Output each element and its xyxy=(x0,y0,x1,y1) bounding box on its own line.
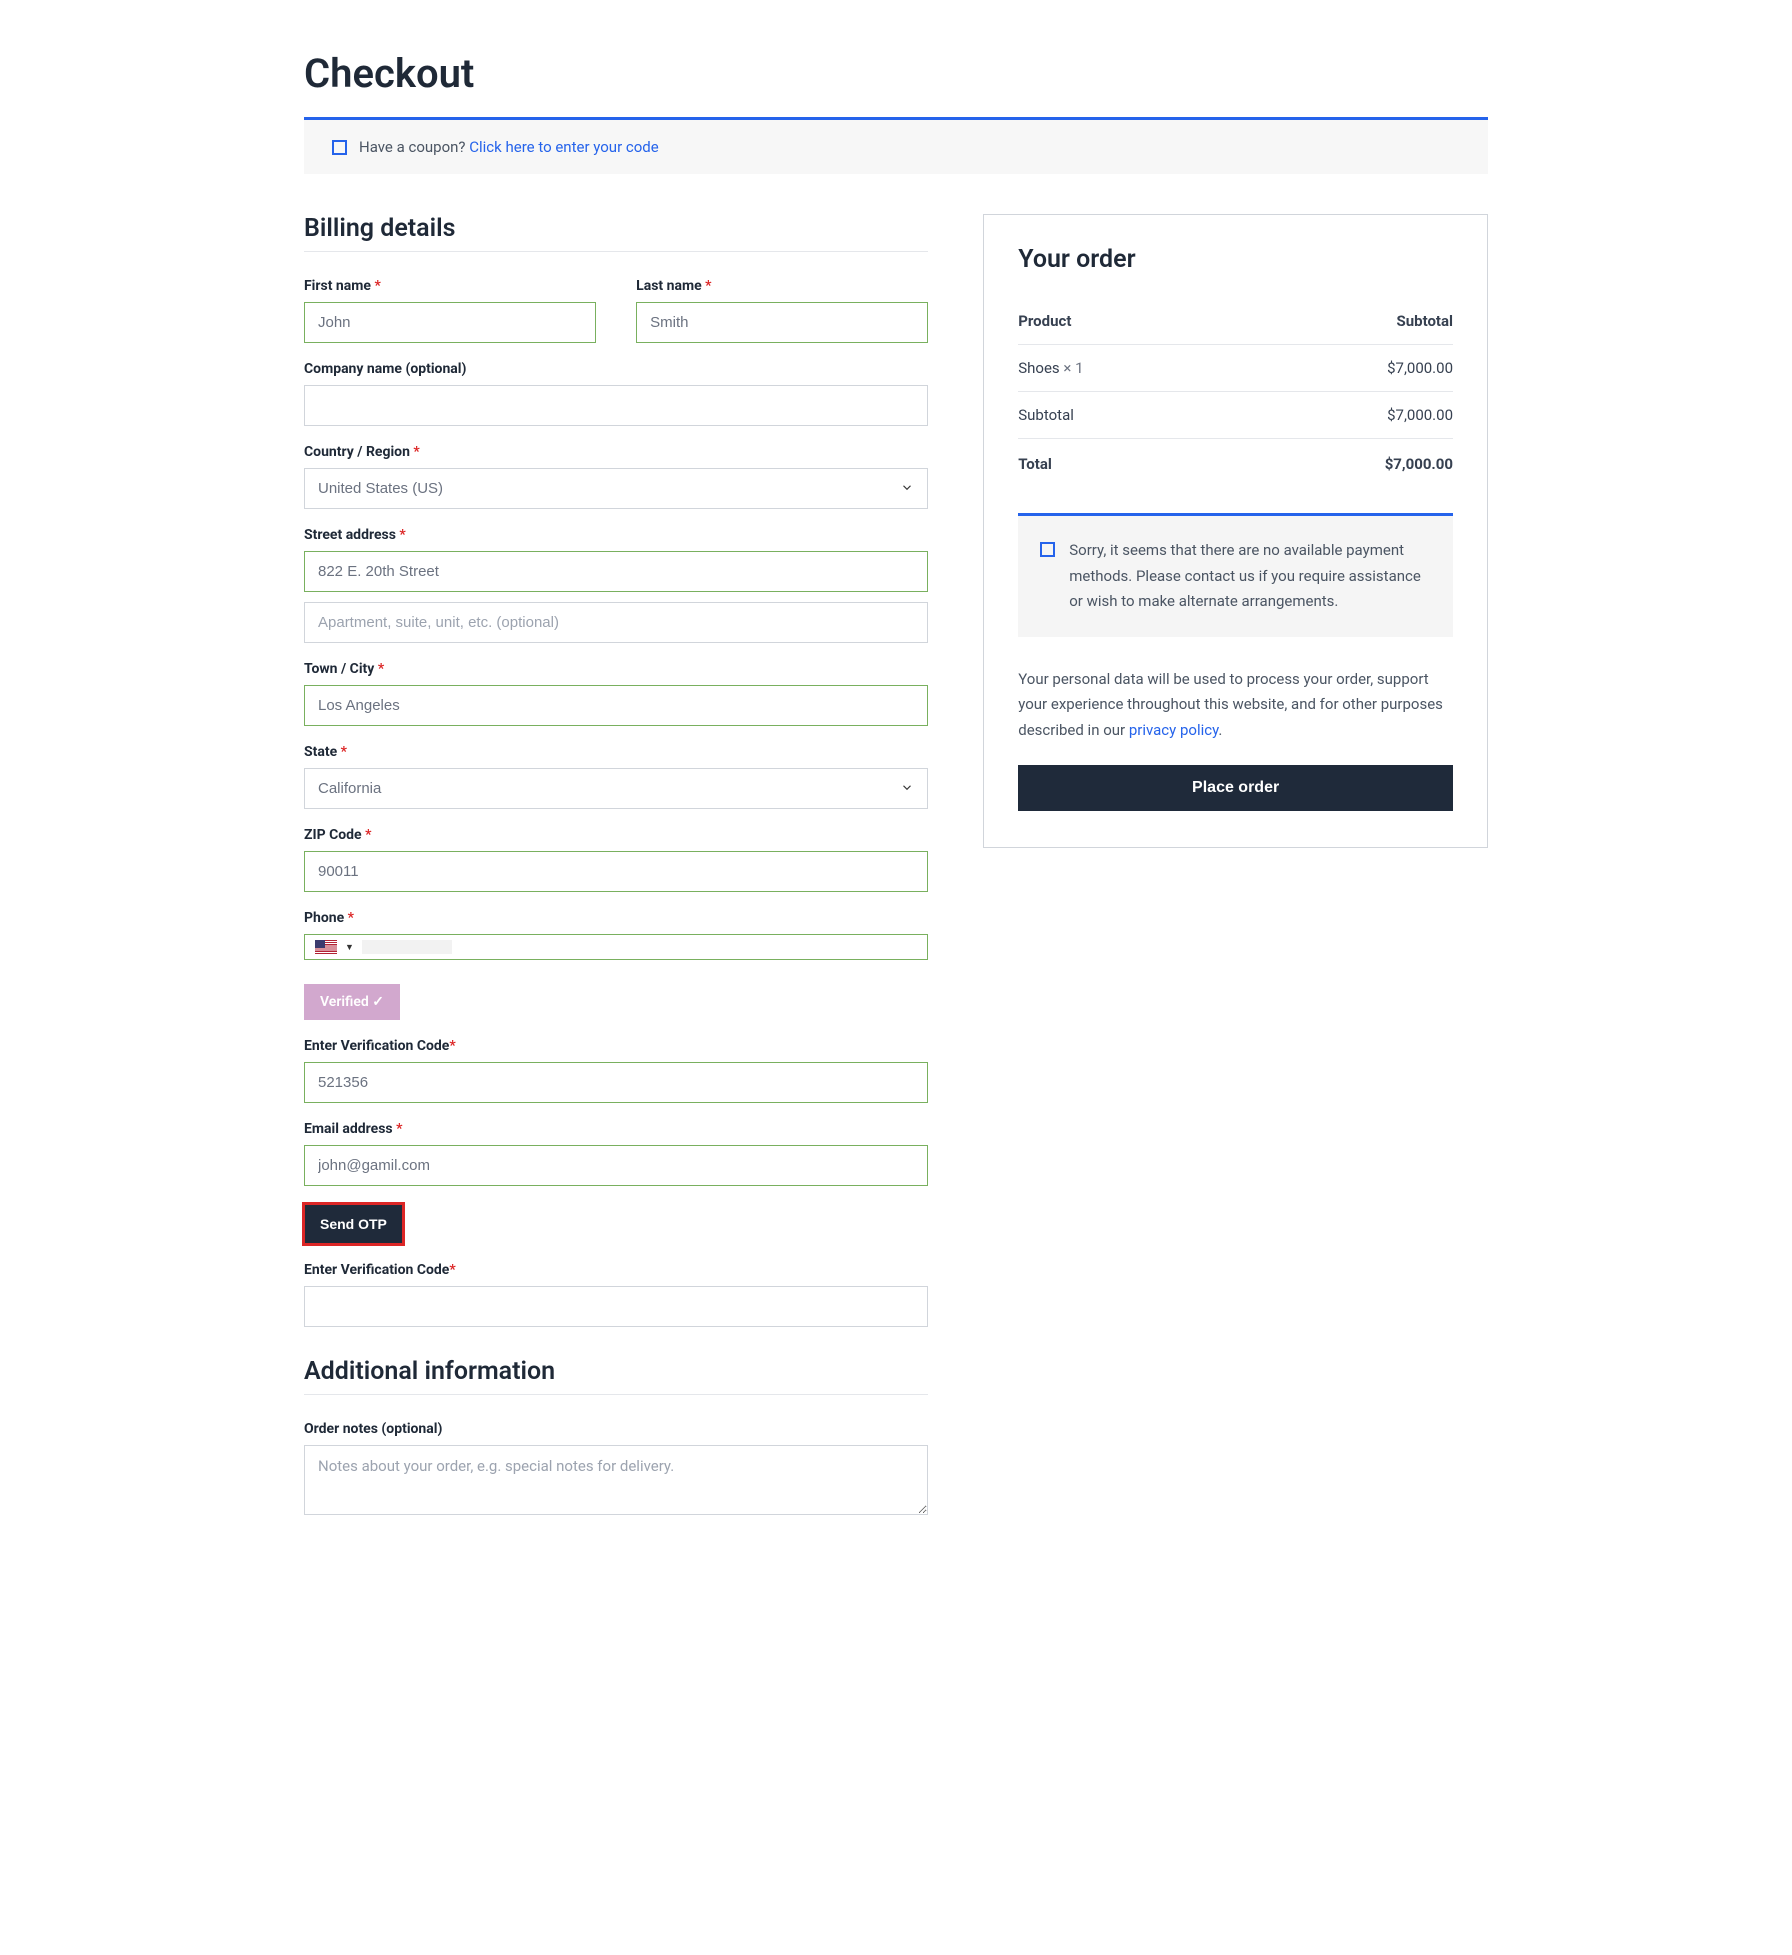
coupon-link[interactable]: Click here to enter your code xyxy=(469,138,658,156)
subtotal-value: $7,000.00 xyxy=(1387,406,1453,424)
email-label: Email address * xyxy=(304,1121,928,1137)
coupon-notice: Have a coupon? Click here to enter your … xyxy=(304,117,1488,174)
city-input[interactable] xyxy=(304,685,928,726)
street-input-1[interactable] xyxy=(304,551,928,592)
privacy-policy-link[interactable]: privacy policy xyxy=(1129,721,1219,739)
subtotal-row: Subtotal $7,000.00 xyxy=(1018,392,1453,439)
country-select[interactable] xyxy=(304,468,928,509)
company-input[interactable] xyxy=(304,385,928,426)
zip-label: ZIP Code * xyxy=(304,827,928,843)
chevron-down-icon[interactable]: ▼ xyxy=(345,942,354,953)
last-name-input[interactable] xyxy=(636,302,928,343)
country-label: Country / Region * xyxy=(304,444,928,460)
box-icon xyxy=(332,140,347,155)
order-notes-label: Order notes (optional) xyxy=(304,1421,928,1437)
send-otp-button[interactable]: Send OTP xyxy=(304,1204,403,1244)
total-label: Total xyxy=(1018,455,1052,473)
email-input[interactable] xyxy=(304,1145,928,1186)
table-header: Product Subtotal xyxy=(1018,298,1453,345)
zip-input[interactable] xyxy=(304,851,928,892)
order-item-name: Shoes xyxy=(1018,359,1059,377)
state-label: State * xyxy=(304,744,928,760)
page-title: Checkout xyxy=(304,50,1488,97)
city-label: Town / City * xyxy=(304,661,928,677)
additional-heading: Additional information xyxy=(304,1357,928,1386)
privacy-text: Your personal data will be used to proce… xyxy=(1018,667,1453,744)
verified-badge: Verified ✓ xyxy=(304,984,400,1020)
verification-code-input[interactable] xyxy=(304,1062,928,1103)
order-summary-panel: Your order Product Subtotal Shoes × 1 $7… xyxy=(983,214,1488,848)
order-item-price: $7,000.00 xyxy=(1387,359,1453,377)
coupon-prompt: Have a coupon? xyxy=(359,138,466,156)
order-heading: Your order xyxy=(1018,245,1453,274)
order-item-qty: × 1 xyxy=(1063,359,1083,377)
us-flag-icon xyxy=(315,940,337,954)
product-col-header: Product xyxy=(1018,312,1071,330)
verification-code-2-input[interactable] xyxy=(304,1286,928,1327)
first-name-label: First name * xyxy=(304,278,596,294)
billing-heading: Billing details xyxy=(304,214,928,243)
phone-number-masked xyxy=(362,940,452,954)
subtotal-col-header: Subtotal xyxy=(1397,312,1454,330)
no-payment-text: Sorry, it seems that there are no availa… xyxy=(1069,538,1429,615)
state-select[interactable] xyxy=(304,768,928,809)
order-notes-textarea[interactable] xyxy=(304,1445,928,1515)
place-order-button[interactable]: Place order xyxy=(1018,765,1453,811)
street-label: Street address * xyxy=(304,527,928,543)
no-payment-notice: Sorry, it seems that there are no availa… xyxy=(1018,513,1453,637)
divider xyxy=(304,1394,928,1395)
first-name-input[interactable] xyxy=(304,302,596,343)
phone-label: Phone * xyxy=(304,910,928,926)
phone-input[interactable]: ▼ xyxy=(304,934,928,960)
total-row: Total $7,000.00 xyxy=(1018,439,1453,487)
verification-code-label: Enter Verification Code* xyxy=(304,1038,928,1054)
last-name-label: Last name * xyxy=(636,278,928,294)
street-input-2[interactable] xyxy=(304,602,928,643)
box-icon xyxy=(1040,542,1055,557)
subtotal-label: Subtotal xyxy=(1018,406,1074,424)
verification-code-2-label: Enter Verification Code* xyxy=(304,1262,928,1278)
divider xyxy=(304,251,928,252)
company-label: Company name (optional) xyxy=(304,361,928,377)
total-value: $7,000.00 xyxy=(1385,455,1453,473)
order-item-row: Shoes × 1 $7,000.00 xyxy=(1018,345,1453,392)
